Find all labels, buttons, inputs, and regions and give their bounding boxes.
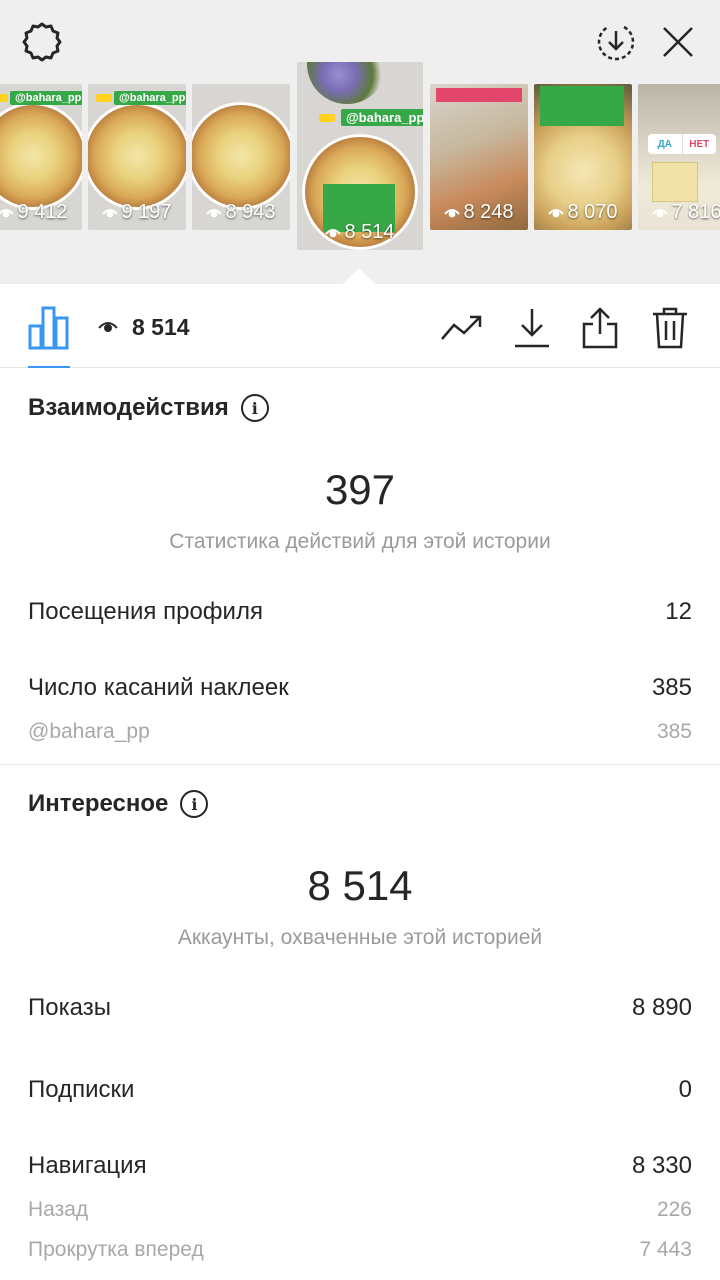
share-button[interactable] — [578, 306, 622, 350]
metric-value: 8 890 — [631, 994, 692, 1021]
delete-button[interactable] — [648, 306, 692, 350]
story-view-count: 9 197 — [88, 201, 186, 224]
trash-icon — [653, 307, 687, 349]
download-button[interactable] — [510, 306, 554, 350]
section-divider — [0, 764, 720, 765]
active-tab-indicator — [28, 366, 70, 368]
discovery-caption: Аккаунты, охваченные этой историей — [177, 926, 543, 949]
interactions-total: 397 — [324, 466, 396, 513]
metric-row-follows: Подписки 0 — [28, 1076, 692, 1104]
metric-value: 12 — [665, 598, 692, 625]
poll-sticker: ДА НЕТ — [648, 134, 716, 154]
discovery-section-title: Интересное i — [28, 790, 209, 818]
poll-option-yes: ДА — [648, 134, 683, 154]
story-view-count: 8 943 — [192, 201, 290, 224]
metric-label: @bahara_pp — [28, 720, 150, 743]
discovery-title: Интересное — [28, 790, 169, 817]
metric-label: Назад — [28, 1198, 89, 1221]
story-thumbnail[interactable]: @bahara_pp 9 412 — [0, 84, 82, 230]
download-circle-icon — [597, 25, 635, 61]
metric-row-profile-visits: Посещения профиля 12 — [28, 598, 692, 626]
bar-chart-icon — [28, 306, 69, 350]
metric-value: 7 443 — [639, 1238, 692, 1261]
discovery-total: 8 514 — [307, 862, 413, 909]
close-button[interactable] — [652, 16, 704, 68]
story-view-count: 8 248 — [430, 201, 528, 224]
story-view-count-text: 8 070 — [567, 201, 618, 223]
share-icon — [582, 307, 618, 349]
story-view-count: 8 514 — [297, 221, 423, 244]
mention-sticker: @bahara_pp — [114, 91, 186, 105]
metric-label: Прокрутка вперед — [28, 1238, 204, 1261]
interactions-title: Взаимодействия — [28, 394, 229, 421]
metric-row-sticker-taps: Число касаний наклеек 385 — [28, 674, 692, 702]
promote-button[interactable] — [440, 306, 484, 350]
metric-row-impressions: Показы 8 890 — [28, 994, 692, 1022]
interactions-caption: Статистика действий для этой истории — [169, 530, 551, 553]
story-thumbnail[interactable]: @bahara_pp 8 514 — [297, 62, 423, 250]
metric-label: Посещения профиля — [28, 598, 263, 625]
mention-sticker: @bahara_pp — [341, 109, 423, 126]
metric-value: 0 — [678, 1076, 692, 1103]
story-thumbnail[interactable]: @bahara_pp 9 197 — [88, 84, 186, 230]
metric-value: 8 330 — [631, 1152, 692, 1179]
story-view-count-text: 8 943 — [225, 201, 276, 223]
story-thumbnails: @bahara_pp 9 412 @bahara_pp 9 197 8 943 @baha… — [0, 62, 720, 262]
story-text-sticker — [540, 86, 624, 126]
poll-option-no: НЕТ — [689, 138, 710, 150]
story-view-count: 7 816 — [638, 201, 720, 224]
story-thumbnail[interactable]: 8 943 — [192, 84, 290, 230]
metric-label: Показы — [28, 994, 111, 1021]
story-view-count-text: 8 248 — [463, 201, 514, 223]
story-view-count: 9 412 — [0, 201, 82, 224]
metric-subrow-forward: Прокрутка вперед 7 443 — [28, 1238, 692, 1262]
pizza-image — [88, 102, 186, 210]
story-text-sticker — [436, 88, 522, 102]
arrow-sticker — [96, 94, 112, 102]
metric-label: Навигация — [28, 1152, 147, 1179]
metric-subrow-mention: @bahara_pp 385 — [28, 720, 692, 744]
trending-up-icon — [441, 315, 482, 340]
cheese-image — [652, 162, 698, 202]
story-view-count-text: 8 514 — [344, 221, 395, 243]
arrow-sticker — [0, 94, 8, 102]
pizza-image — [0, 102, 82, 210]
info-icon[interactable]: i — [180, 790, 209, 818]
insights-tab[interactable] — [28, 304, 70, 355]
metric-value: 385 — [656, 720, 692, 743]
metric-value: 226 — [656, 1198, 692, 1221]
metric-label: Подписки — [28, 1076, 135, 1103]
gear-icon — [22, 22, 62, 62]
pizza-image — [192, 102, 290, 210]
download-icon — [515, 309, 549, 348]
story-thumbnail[interactable]: ДА НЕТ 7 816 — [638, 84, 720, 230]
settings-button[interactable] — [16, 16, 68, 68]
story-strip: @bahara_pp 9 412 @bahara_pp 9 197 8 943 @baha… — [0, 0, 720, 284]
story-view-count: 8 070 — [534, 201, 632, 224]
metric-value: 385 — [651, 674, 692, 701]
save-story-button[interactable] — [590, 16, 642, 68]
info-icon[interactable]: i — [240, 394, 269, 422]
story-view-count-text: 7 816 — [671, 201, 720, 223]
story-view-count-text: 9 197 — [121, 201, 172, 223]
metric-subrow-back: Назад 226 — [28, 1198, 692, 1222]
insights-toolbar: 8 514 — [0, 284, 720, 368]
story-thumbnail[interactable]: 8 248 — [430, 84, 528, 230]
interactions-section-title: Взаимодействия i — [28, 394, 269, 422]
views-count: 8 514 — [132, 314, 190, 340]
metric-label: Число касаний наклеек — [28, 674, 289, 701]
mention-sticker: @bahara_pp — [10, 91, 82, 105]
metric-row-navigation: Навигация 8 330 — [28, 1152, 692, 1180]
story-thumbnail[interactable]: 8 070 — [534, 84, 632, 230]
eye-icon — [98, 320, 118, 339]
selected-story-pointer — [342, 268, 376, 285]
close-icon — [663, 27, 693, 57]
arrow-sticker — [319, 114, 335, 122]
story-view-count-text: 9 412 — [17, 201, 68, 223]
